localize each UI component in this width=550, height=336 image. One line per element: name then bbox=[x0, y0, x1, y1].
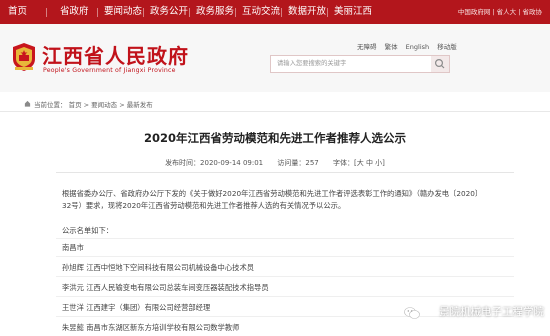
nav-separator bbox=[281, 8, 282, 17]
row-divider bbox=[56, 238, 514, 239]
nav-home[interactable]: 首页 bbox=[8, 0, 27, 24]
nav-open-data[interactable]: 数据开放 bbox=[288, 0, 326, 24]
nav-separator bbox=[143, 8, 144, 17]
nav-government-services[interactable]: 政务服务 bbox=[196, 0, 234, 24]
title-divider bbox=[56, 172, 514, 173]
region-label: 南昌市 bbox=[62, 243, 84, 252]
view-count: 访问量：257 bbox=[277, 159, 319, 167]
search-icon bbox=[434, 58, 445, 69]
font-size-control[interactable]: 字体：[大 中 小] bbox=[333, 159, 385, 167]
breadcrumb: 当前位置： 首页 > 要闻动态 > 最新发布 bbox=[0, 96, 550, 112]
nav-separator bbox=[235, 8, 236, 17]
site-logo-title[interactable]: 江西省人民政府 bbox=[42, 40, 189, 69]
row-divider bbox=[56, 276, 514, 277]
nav-separator bbox=[46, 8, 47, 17]
list-header: 公示名单如下： bbox=[62, 226, 114, 235]
home-icon bbox=[24, 100, 31, 107]
nominee-item: 李洪元 江西人民输变电有限公司总装车间变压器装配技术指导员 bbox=[62, 283, 269, 292]
nav-government-affairs-public[interactable]: 政务公开 bbox=[150, 0, 188, 24]
watermark-text: 景院机械电子工程学院 bbox=[439, 306, 544, 318]
national-emblem-icon bbox=[13, 43, 35, 71]
wechat-icon bbox=[404, 307, 420, 319]
nominee-item: 王世洋 江西建宇（集团）有限公司经营部经理 bbox=[62, 303, 211, 312]
nav-interaction[interactable]: 互动交流 bbox=[242, 0, 280, 24]
intro-line-2: 32号）要求，现将2020年江西省劳动模范和先进工作者推荐人选的有关情况予以公示… bbox=[62, 200, 346, 210]
nav-news[interactable]: 要闻动态 bbox=[104, 0, 142, 24]
site-logo-subtitle: People's Government of Jiangxi Province bbox=[43, 67, 176, 74]
accessibility-link[interactable]: 无障碍 bbox=[357, 43, 377, 51]
row-divider bbox=[56, 256, 514, 257]
publish-date: 发布时间：2020-09-14 09:01 bbox=[165, 159, 264, 167]
intro-paragraph: 根据省委办公厅、省政府办公厅下发的《关于做好2020年江西省劳动模范和先进工作者… bbox=[62, 188, 522, 211]
nav-beautiful-jiangxi[interactable]: 美丽江西 bbox=[334, 0, 372, 24]
search-box[interactable]: 请输入您要搜索的关键字 bbox=[270, 55, 450, 73]
header-links: 无障碍 繁体 English 移动版 bbox=[357, 41, 463, 51]
article-title: 2020年江西省劳动模范和先进工作者推荐人选公示 bbox=[143, 131, 406, 145]
article-meta: 发布时间：2020-09-14 09:01 访问量：257 字体：[大 中 小] bbox=[0, 158, 550, 168]
nominee-item: 孙旭辉 江西中恒地下空间科技有限公司机械设备中心技术员 bbox=[62, 263, 255, 272]
nav-separator bbox=[327, 8, 328, 17]
intro-line-1: 根据省委办公厅、省政府办公厅下发的《关于做好2020年江西省劳动模范和先进工作者… bbox=[62, 189, 483, 198]
nav-provincial-government[interactable]: 省政府 bbox=[60, 0, 89, 24]
mobile-version-link[interactable]: 移动版 bbox=[437, 43, 457, 51]
nominee-item: 朱昱懿 南昌市东湖区新东方培训学校有限公司数学教师 bbox=[62, 323, 240, 332]
breadcrumb-path[interactable]: 当前位置： 首页 > 要闻动态 > 最新发布 bbox=[34, 99, 153, 109]
search-button[interactable] bbox=[431, 56, 449, 72]
english-link[interactable]: English bbox=[406, 43, 429, 51]
nav-separator bbox=[97, 8, 98, 17]
top-nav: 首页 省政府 要闻动态 政务公开 政务服务 互动交流 数据开放 美丽江西 中国政… bbox=[0, 0, 550, 24]
external-links[interactable]: 中国政府网 | 省人大 | 省政协 bbox=[458, 0, 542, 24]
row-divider bbox=[56, 296, 514, 297]
search-input[interactable]: 请输入您要搜索的关键字 bbox=[277, 56, 346, 72]
traditional-chinese-link[interactable]: 繁体 bbox=[385, 43, 398, 51]
nav-separator bbox=[189, 8, 190, 17]
